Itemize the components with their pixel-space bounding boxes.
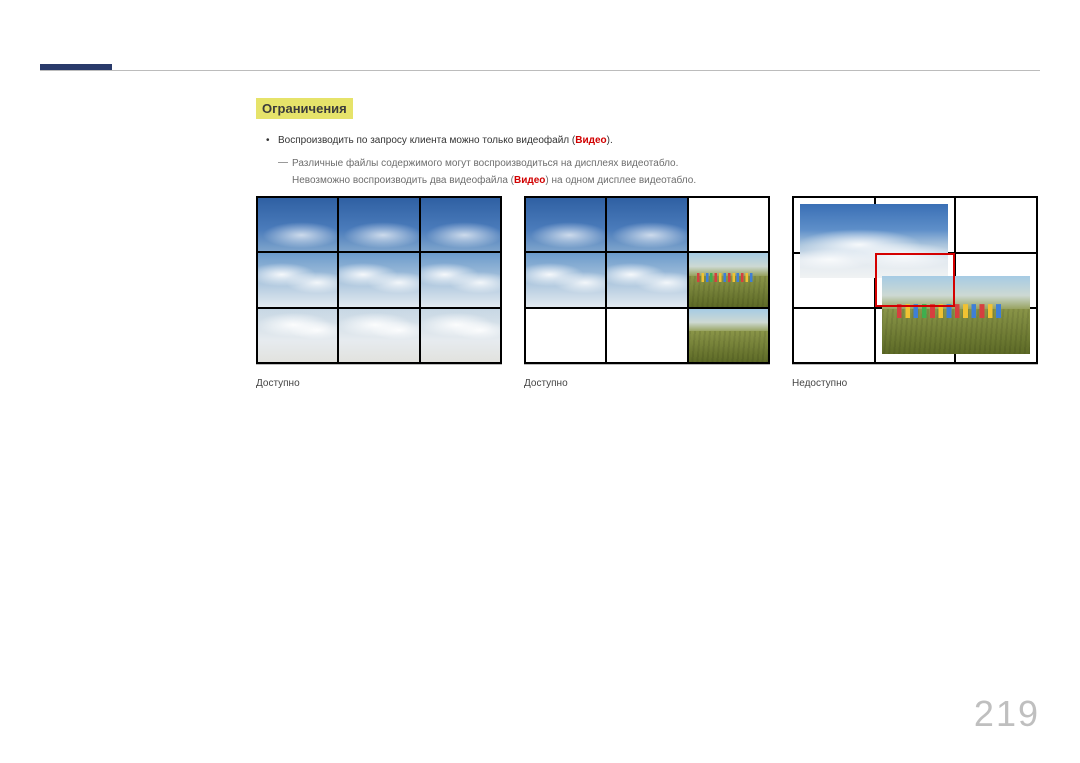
- grid-cell-blank: [607, 309, 686, 362]
- bullet-dot: •: [266, 133, 278, 149]
- content-block: Ограничения • Воспроизводить по запросу …: [256, 98, 1046, 207]
- note-line-2-video: Видео: [514, 175, 545, 186]
- note-line-2: Невозможно воспроизводить два видеофайла…: [292, 172, 1046, 189]
- page-number: 219: [974, 693, 1040, 735]
- note-line-2c: ) на одном дисплее видеотабло.: [545, 175, 696, 186]
- figure-2-grid: [524, 196, 770, 364]
- figure-panel-2: Доступно: [524, 196, 770, 389]
- bullet-item: • Воспроизводить по запросу клиента можн…: [266, 133, 1046, 149]
- grid-cell: [339, 198, 418, 251]
- grid-cell: [421, 309, 500, 362]
- grid-cell: [607, 253, 686, 306]
- bullet-video-keyword: Видео: [575, 135, 606, 146]
- grid-cell: [607, 198, 686, 251]
- figure-3-caption: Недоступно: [792, 373, 1038, 389]
- grid-cell: [689, 253, 768, 306]
- grid-cell: [339, 253, 418, 306]
- caption-rule: [792, 364, 1038, 365]
- figures-row: Доступно Доступно: [256, 196, 1038, 389]
- bullet-text-post: ).: [607, 135, 613, 146]
- sub-note: Различные файлы содержимого могут воспро…: [278, 155, 1046, 189]
- grid-cell: [258, 309, 337, 362]
- grid-cell: [258, 198, 337, 251]
- caption-rule: [256, 364, 502, 365]
- grid-cell: [258, 253, 337, 306]
- grid-cell: [421, 253, 500, 306]
- top-horizontal-rule: [40, 70, 1040, 71]
- note-line-1: Различные файлы содержимого могут воспро…: [292, 155, 1046, 172]
- figure-2-caption: Доступно: [524, 373, 770, 389]
- grid-cell-blank: [526, 309, 605, 362]
- section-heading: Ограничения: [256, 98, 353, 119]
- caption-rule: [524, 364, 770, 365]
- grid-cell: [421, 198, 500, 251]
- grid-cell: [526, 253, 605, 306]
- figure-1-grid: [256, 196, 502, 364]
- conflict-cell: [875, 253, 956, 308]
- bullet-text: Воспроизводить по запросу клиента можно …: [278, 133, 613, 149]
- figure-3-frame: [792, 196, 1038, 364]
- figure-1-caption: Доступно: [256, 373, 502, 389]
- grid-cell-blank: [689, 198, 768, 251]
- figure-panel-1: Доступно: [256, 196, 502, 389]
- grid-cell: [339, 309, 418, 362]
- note-line-2a: Невозможно воспроизводить два видеофайла…: [292, 175, 514, 186]
- grid-cell: [689, 309, 768, 362]
- figure-panel-3: Недоступно: [792, 196, 1038, 389]
- bullet-text-pre: Воспроизводить по запросу клиента можно …: [278, 135, 575, 146]
- grid-cell: [526, 198, 605, 251]
